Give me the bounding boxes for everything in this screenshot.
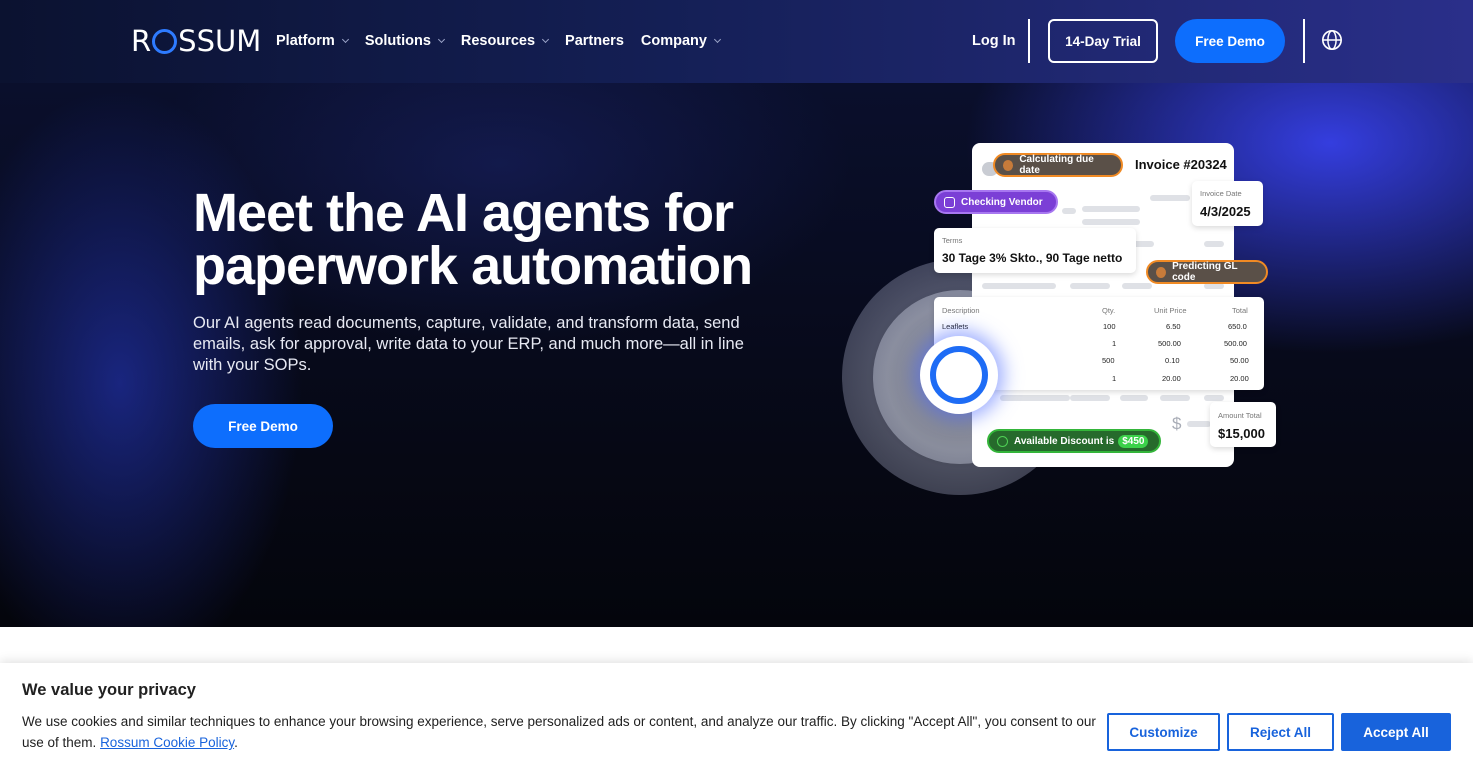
table-cell: 500.00 <box>1224 339 1247 348</box>
placeholder-bar <box>1000 395 1070 401</box>
login-link[interactable]: Log In <box>972 33 1016 49</box>
nav-item-solutions[interactable]: Solutions <box>364 30 445 52</box>
placeholder-bar <box>1082 206 1140 212</box>
field-label: Invoice Date <box>1200 189 1242 198</box>
nav-item-platform[interactable]: Platform <box>276 30 349 52</box>
placeholder-bar <box>1082 219 1140 225</box>
hero-title-line: Meet the AI agents for <box>193 183 734 243</box>
available-discount-badge: Available Discount is $450 <box>987 429 1161 453</box>
main-nav: Platform Solutions Resources Partners Co… <box>276 30 737 52</box>
field-label: Terms <box>942 236 963 245</box>
chevron-down-icon <box>713 35 722 44</box>
placeholder-bar <box>1187 421 1211 427</box>
spinner-icon <box>1156 266 1167 278</box>
table-header: Description <box>942 306 980 315</box>
badge-label: Checking Vendor <box>961 196 1043 208</box>
table-cell: 6.50 <box>1166 322 1181 331</box>
placeholder-bar <box>1122 283 1152 289</box>
discount-amount: $450 <box>1118 434 1149 448</box>
nav-label: Company <box>640 33 707 49</box>
chevron-down-icon <box>542 35 550 44</box>
placeholder-bar <box>1070 395 1110 401</box>
accept-all-button[interactable]: Accept All <box>1341 713 1451 751</box>
table-cell: 20.00 <box>1230 374 1249 383</box>
invoice-date-box: Invoice Date 4/3/2025 <box>1192 181 1263 226</box>
period: . <box>234 735 238 750</box>
table-cell: 650.0 <box>1228 322 1247 331</box>
hero-subtitle: Our AI agents read documents, capture, v… <box>193 314 744 374</box>
table-cell: 20.00 <box>1162 374 1181 383</box>
field-value: $15,000 <box>1218 426 1265 441</box>
nav-item-resources[interactable]: Resources <box>460 30 550 52</box>
nav-label: Partners <box>565 33 624 49</box>
placeholder-bar <box>1062 208 1076 214</box>
dollar-icon: $ <box>1172 414 1182 433</box>
hero-free-demo-button[interactable]: Free Demo <box>193 404 333 448</box>
terms-box: Terms 30 Tage 3% Skto., 90 Tage netto <box>934 228 1136 273</box>
checking-vendor-badge: Checking Vendor <box>934 190 1058 214</box>
table-cell: 50.00 <box>1230 356 1249 365</box>
chevron-down-icon <box>437 35 445 44</box>
cookie-policy-link[interactable]: Rossum Cookie Policy <box>100 735 234 750</box>
trial-button[interactable]: 14-Day Trial <box>1048 19 1158 63</box>
cookie-text: We use cookies and similar techniques to… <box>22 711 1102 753</box>
table-cell: 0.10 <box>1165 356 1180 365</box>
calculating-due-date-badge: Calculating due date <box>993 153 1123 177</box>
globe-icon[interactable] <box>1321 29 1343 51</box>
table-cell: 500 <box>1102 356 1115 365</box>
customize-button[interactable]: Customize <box>1107 713 1220 751</box>
badge-label: Available Discount is <box>1014 435 1115 447</box>
ai-agent-orb-icon <box>920 336 998 414</box>
amount-total-box: Amount Total $15,000 <box>1210 402 1276 447</box>
check-circle-icon <box>997 435 1008 447</box>
rossum-logo[interactable]: R SSUM <box>131 24 261 58</box>
table-header: Qty. <box>1102 306 1116 315</box>
header-divider <box>1303 19 1305 63</box>
field-value: 4/3/2025 <box>1200 204 1251 219</box>
nav-label: Solutions <box>364 33 431 49</box>
ring-icon <box>930 346 988 404</box>
badge-label: Predicting GL code <box>1172 261 1238 283</box>
table-cell: Leaflets <box>942 322 969 331</box>
table-cell: 1 <box>1112 339 1117 348</box>
database-icon <box>944 196 955 208</box>
nav-label: Platform <box>276 33 335 49</box>
table-header: Unit Price <box>1154 306 1187 315</box>
header-divider <box>1028 19 1030 63</box>
hero-title-line: paperwork automation <box>193 236 753 296</box>
reject-all-button[interactable]: Reject All <box>1227 713 1334 751</box>
chevron-down-icon <box>341 35 349 44</box>
nav-item-company[interactable]: Company <box>640 30 722 52</box>
placeholder-bar <box>982 283 1056 289</box>
table-header: Total <box>1232 306 1248 315</box>
placeholder-bar <box>1160 395 1190 401</box>
table-cell: 100 <box>1103 322 1116 331</box>
site-header: R SSUM Platform Solutions Resources Partn… <box>0 0 1473 83</box>
predicting-gl-code-badge: Predicting GL code <box>1146 260 1268 284</box>
free-demo-button[interactable]: Free Demo <box>1175 19 1285 63</box>
field-label: Amount Total <box>1218 411 1262 420</box>
spinner-icon <box>1003 159 1014 171</box>
invoice-number: Invoice #20324 <box>1135 157 1227 172</box>
placeholder-bar <box>1204 241 1224 247</box>
cookie-title: We value your privacy <box>22 681 196 699</box>
invoice-illustration: Invoice #20324 Calculating due date Chec… <box>830 140 1290 500</box>
nav-item-partners[interactable]: Partners <box>565 30 624 52</box>
placeholder-bar <box>1150 195 1190 201</box>
placeholder-bar <box>1204 395 1224 401</box>
cookie-banner: We value your privacy We use cookies and… <box>0 663 1473 768</box>
hero-title: Meet the AI agents for paperwork automat… <box>193 183 793 296</box>
placeholder-bar <box>1070 283 1110 289</box>
field-value: 30 Tage 3% Skto., 90 Tage netto <box>942 251 1123 265</box>
badge-label: Calculating due date <box>1019 154 1094 176</box>
table-cell: 1 <box>1112 374 1117 383</box>
placeholder-bar <box>1120 395 1148 401</box>
nav-label: Resources <box>460 33 536 49</box>
table-cell: 500.00 <box>1158 339 1181 348</box>
